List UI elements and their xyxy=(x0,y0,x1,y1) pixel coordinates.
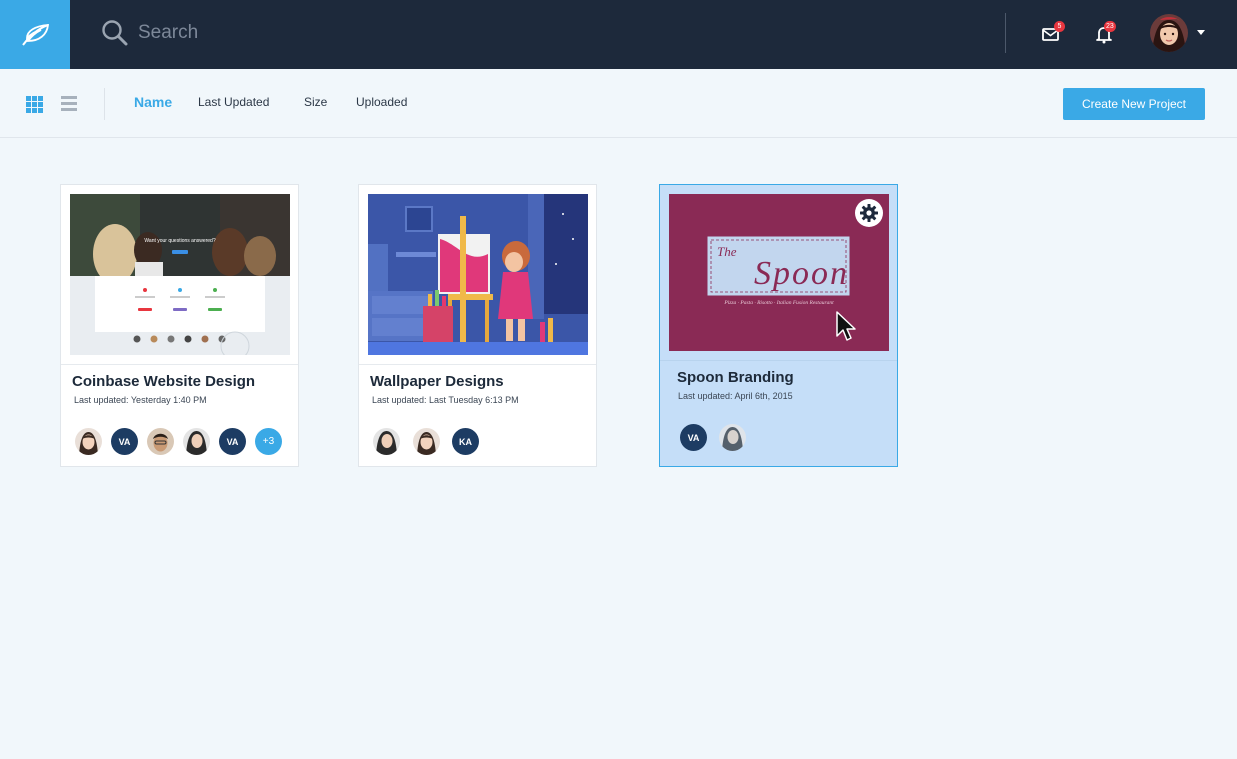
project-card-spoon[interactable]: The Spoon Pizza · Pasta · Risotto · Ital… xyxy=(659,184,898,467)
feather-logo-icon xyxy=(22,23,50,46)
notifications-badge: 23 xyxy=(1104,21,1116,32)
sort-tab-name[interactable]: Name xyxy=(134,94,172,110)
sort-tab-size[interactable]: Size xyxy=(304,95,327,109)
collaborator-avatar-va[interactable]: VA xyxy=(680,424,707,451)
spoon-logo-name: Spoon xyxy=(754,255,849,292)
projects-toolbar: Name Last Updated Size Uploaded Create N… xyxy=(0,69,1237,138)
cursor-pointer-icon xyxy=(836,311,856,341)
collaborator-avatar[interactable] xyxy=(413,428,440,455)
collaborator-avatar[interactable] xyxy=(373,428,400,455)
project-title[interactable]: Spoon Branding xyxy=(677,369,794,386)
toolbar-divider xyxy=(104,88,105,120)
collaborator-avatar[interactable] xyxy=(719,424,746,451)
search-icon xyxy=(102,20,128,46)
collaborator-avatar[interactable] xyxy=(147,428,174,455)
collaborator-avatar-ka[interactable]: KA xyxy=(452,428,479,455)
list-view-icon[interactable] xyxy=(61,96,77,113)
card-divider xyxy=(359,364,596,365)
project-thumbnail: Want your questions answered? xyxy=(70,194,290,355)
card-divider xyxy=(61,364,298,365)
project-last-updated: Last updated: Yesterday 1:40 PM xyxy=(74,395,207,405)
collaborator-avatar-va[interactable]: VA xyxy=(219,428,246,455)
more-collaborators-badge[interactable]: +3 xyxy=(255,428,282,455)
gear-icon xyxy=(860,204,878,222)
card-divider xyxy=(660,360,897,361)
project-card-coinbase[interactable]: Want your questions answered? Coinbase W… xyxy=(60,184,299,467)
project-last-updated: Last updated: Last Tuesday 6:13 PM xyxy=(372,395,519,405)
grid-view-icon[interactable] xyxy=(26,96,43,113)
search-input[interactable] xyxy=(138,18,638,48)
project-last-updated: Last updated: April 6th, 2015 xyxy=(678,391,793,401)
spoon-tagline: Pizza · Pasta · Risotto · Italian Fusion… xyxy=(723,300,834,306)
sort-tab-last-updated[interactable]: Last Updated xyxy=(198,95,269,109)
project-title[interactable]: Coinbase Website Design xyxy=(72,373,255,390)
top-navigation-bar: 5 23 xyxy=(0,0,1237,69)
create-new-project-button[interactable]: Create New Project xyxy=(1063,88,1205,120)
project-thumbnail xyxy=(368,194,588,355)
coinbase-headline: Want your questions answered? xyxy=(144,238,215,244)
user-avatar[interactable] xyxy=(1150,14,1188,52)
chevron-down-icon[interactable] xyxy=(1197,30,1205,35)
project-card-wallpaper[interactable]: Wallpaper Designs Last updated: Last Tue… xyxy=(358,184,597,467)
project-settings-button[interactable] xyxy=(855,199,883,227)
collaborator-avatar[interactable] xyxy=(75,428,102,455)
spoon-logo-the: The xyxy=(717,244,737,259)
header-divider xyxy=(1005,13,1006,53)
app-logo[interactable] xyxy=(0,0,70,69)
collaborator-avatar-va[interactable]: VA xyxy=(111,428,138,455)
project-title[interactable]: Wallpaper Designs xyxy=(370,373,504,390)
sort-tab-uploaded[interactable]: Uploaded xyxy=(356,95,407,109)
collaborator-avatar[interactable] xyxy=(183,428,210,455)
messages-badge: 5 xyxy=(1054,21,1065,32)
